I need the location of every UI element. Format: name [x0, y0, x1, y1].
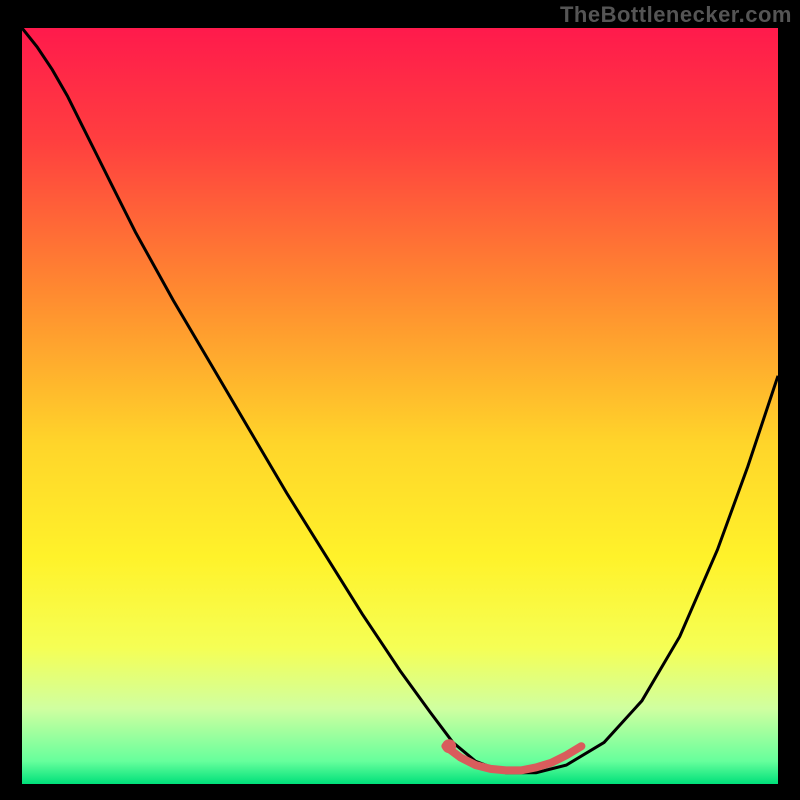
plot-area: [22, 28, 778, 784]
chart-svg: [22, 28, 778, 784]
watermark-text: TheBottlenecker.com: [560, 2, 792, 28]
chart-frame: TheBottlenecker.com: [0, 0, 800, 800]
marker-dot: [442, 739, 456, 753]
